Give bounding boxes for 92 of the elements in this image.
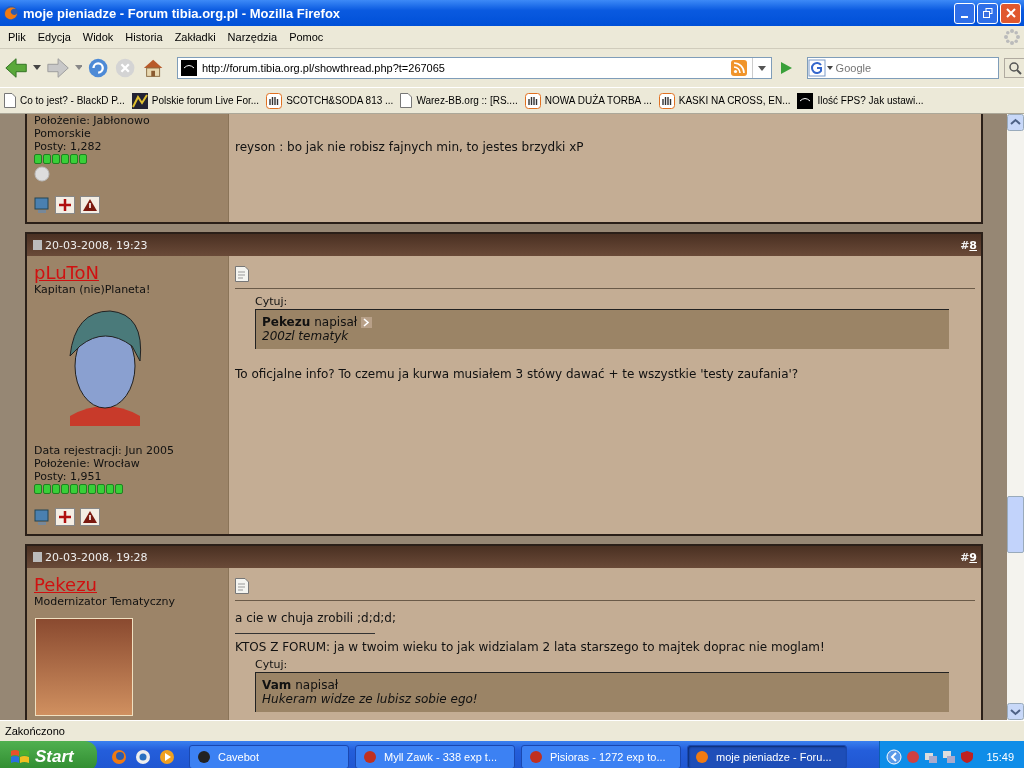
bookmark-item[interactable]: KASKI NA CROSS, EN... <box>658 92 791 109</box>
warning-icon[interactable] <box>80 196 100 214</box>
media-player-icon[interactable] <box>159 748 175 765</box>
quote-verb: napisał <box>295 678 339 692</box>
menu-item[interactable]: Widok <box>76 31 120 43</box>
scroll-down-icon[interactable] <box>1007 703 1024 720</box>
user-rank: Kapitan (nie)Planeta! <box>34 283 151 296</box>
menu-item[interactable]: Plik <box>2 31 32 43</box>
post-text: reyson : bo jak nie robisz fajnych min, to jestes brzydki xP <box>235 140 584 154</box>
plus-icon[interactable] <box>55 196 75 214</box>
back-arrow-icon[interactable] <box>4 56 29 80</box>
taskbar-task[interactable]: Myll Zawk - 338 exp t... <box>355 744 515 768</box>
post-status-icon <box>33 240 42 250</box>
status-text: Zakończono <box>5 725 65 737</box>
taskbar-task[interactable]: Cavebot <box>189 744 349 768</box>
minimize-icon <box>961 15 968 18</box>
site-icon <box>797 92 814 109</box>
window-title: moje pieniadze - Forum tibia.org.pl - Mozilla Firefox <box>23 5 342 21</box>
address-field[interactable]: http://forum.tibia.org.pl/showthread.php?t=267065 <box>176 57 772 79</box>
picture-icon <box>131 92 148 109</box>
scroll-thumb[interactable] <box>1007 496 1024 553</box>
reload-icon[interactable] <box>87 56 110 80</box>
quote-verb: napisał <box>314 315 358 329</box>
bookmark-item[interactable]: Ilość FPS? Jak ustawi... <box>797 92 924 109</box>
app-icon <box>694 748 710 765</box>
minimize-button[interactable] <box>954 2 975 24</box>
app-icon <box>362 748 378 765</box>
post-number-prefix: # <box>960 550 970 564</box>
post-date: 20-03-2008, 19:28 <box>45 550 148 564</box>
clock: 15:49 <box>986 750 1014 763</box>
browser-logo-icon <box>3 5 19 21</box>
menu-item[interactable]: Historia <box>119 31 169 43</box>
quote-text: Hukeram widze ze lubisz sobie ego! <box>262 692 479 706</box>
chevron-icon[interactable] <box>886 748 903 765</box>
quote-label: Cytuj: <box>255 658 289 671</box>
close-icon <box>1005 8 1016 18</box>
menu-item[interactable]: Narzędzia <box>221 31 284 43</box>
quote-author: Vam <box>262 678 292 692</box>
document-icon <box>235 266 249 282</box>
warning-icon[interactable] <box>80 508 100 526</box>
bookmark-item[interactable]: Polskie forum Live For... <box>131 92 260 109</box>
post-number-link[interactable]: 8 <box>969 238 977 252</box>
page-icon <box>400 93 413 108</box>
feed-icon[interactable] <box>730 60 747 76</box>
page-icon <box>4 93 16 108</box>
quote-label: Cytuj: <box>255 295 289 308</box>
bookmark-item[interactable]: Warez-BB.org :: [RS.... <box>400 93 518 108</box>
post-status-icon <box>33 552 42 562</box>
shield-icon[interactable] <box>960 749 975 764</box>
throbber-icon <box>1004 29 1020 45</box>
close-button[interactable] <box>1000 2 1021 24</box>
document-icon <box>235 578 249 594</box>
post-number-link[interactable]: 9 <box>969 550 977 564</box>
bookmark-item[interactable]: SCOTCH&SODA 813 ... <box>266 92 394 109</box>
menu-item[interactable]: Edycja <box>31 31 77 43</box>
user-detail: Data rejestracji: Jun 2005 <box>34 444 174 457</box>
app-icon <box>196 748 212 765</box>
plus-icon[interactable] <box>55 508 75 526</box>
caret-icon[interactable] <box>33 65 41 71</box>
app-icon[interactable] <box>135 748 151 765</box>
browser-logo-icon[interactable] <box>111 748 127 765</box>
menu-item[interactable]: Zakładki <box>168 31 222 43</box>
post-date: 20-03-2008, 19:23 <box>45 238 148 252</box>
flag-logo-icon <box>10 747 30 766</box>
scrollbar[interactable] <box>1007 114 1024 720</box>
user-rank: Modernizator Tematyczny <box>34 595 176 608</box>
restore-icon <box>982 8 993 18</box>
user-detail: Pomorskie <box>34 127 91 140</box>
post-text: a cie w chuja zrobili ;d;d;d; <box>235 611 396 625</box>
maximize-button[interactable] <box>977 2 998 24</box>
post-number-prefix: # <box>960 238 970 252</box>
post-text: To oficjalne info? To czemu ja kurwa musiałem 3 stówy dawać + te wszystkie 'testy zaufania'? <box>235 367 799 381</box>
user-detail: Posty: 1,951 <box>34 470 102 483</box>
bookmark-item[interactable]: NOWA DUŻA TORBA ... <box>524 92 652 109</box>
view-post-icon[interactable] <box>361 316 373 328</box>
search-icon[interactable] <box>1003 58 1024 78</box>
user-detail: Położenie: Jabłonowo <box>34 114 150 127</box>
bookmark-item[interactable]: Co to jest? - BlackD P... <box>4 93 125 108</box>
quote-author: Pekezu <box>262 315 311 329</box>
quote-text: 200zl tematyk <box>262 329 350 343</box>
taskbar-task[interactable]: Pisioras - 1272 exp to... <box>521 744 681 768</box>
search-engine-icon[interactable] <box>807 59 834 77</box>
user-detail: Położenie: Wrocław <box>34 457 140 470</box>
taskbar-task[interactable]: moje pieniadze - Foru... <box>687 744 847 768</box>
menu-item[interactable]: Pomoc <box>283 31 330 43</box>
site-icon <box>180 60 197 76</box>
post-text: KTOS Z FORUM: ja w twoim wieku to jak widzialam 2 lata starszego to majtek doprac nie moglam! <box>235 640 825 654</box>
network-icon[interactable] <box>942 749 957 764</box>
scroll-up-icon[interactable] <box>1007 114 1024 131</box>
user-detail: Posty: 1,282 <box>34 140 102 153</box>
app-icon <box>528 748 544 765</box>
search-box[interactable]: Google <box>806 57 999 79</box>
